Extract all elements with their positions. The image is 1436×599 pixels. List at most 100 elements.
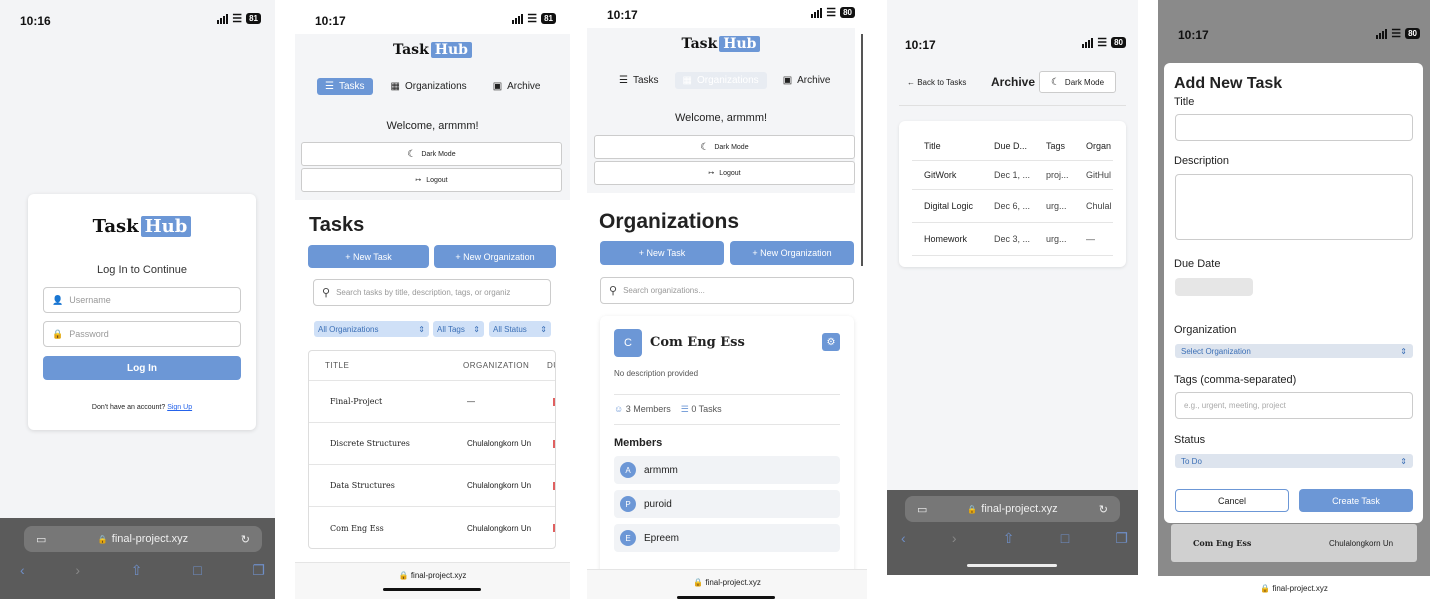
login-button[interactable]: Log In (43, 356, 241, 380)
lock-icon: 🔒 (52, 328, 64, 339)
password-input[interactable]: 🔒 Password (43, 321, 241, 347)
logout-button[interactable]: ↦ Logout (301, 168, 562, 192)
list-item[interactable]: E Epreem (614, 524, 840, 552)
org-settings-button[interactable]: ⚙ (822, 333, 840, 351)
building-icon: ▦ (390, 81, 400, 92)
back-icon[interactable]: ‹ (901, 530, 906, 547)
new-task-button[interactable]: + New Task (308, 245, 429, 268)
lock-icon: 🔒 (398, 571, 409, 580)
home-indicator (383, 588, 481, 591)
table-row[interactable]: Digital Logic Dec 6, ... urg... Chulal (912, 190, 1113, 223)
search-input[interactable]: ⚲ Search organizations... (600, 277, 854, 304)
table-row[interactable]: Homework Dec 3, ... urg... — (912, 223, 1113, 256)
due-date-label: Due Date (1174, 258, 1221, 270)
cancel-button[interactable]: Cancel (1175, 489, 1289, 512)
username-input[interactable]: 👤 Username (43, 287, 241, 313)
dark-mode-button[interactable]: ☾ Dark Mode (594, 135, 855, 159)
tab-tasks[interactable]: ☰ Tasks (611, 72, 667, 89)
tasks-table: TITLE ORGANIZATION DU Final-Project — Di… (308, 350, 556, 549)
scrollbar[interactable] (861, 34, 863, 266)
url-text: 🔒 final-project.xyz (693, 578, 761, 587)
description-textarea[interactable] (1175, 174, 1413, 240)
avatar: E (620, 530, 636, 546)
dark-mode-button[interactable]: ☾ Dark Mode (1039, 71, 1116, 93)
tabs-icon[interactable]: ❐ (252, 562, 265, 579)
header-divider (899, 105, 1126, 106)
due-indicator (553, 439, 555, 448)
users-icon: ☺ (614, 404, 624, 414)
list-item[interactable]: Aarmmm (614, 456, 840, 484)
signup-link[interactable]: Sign Up (167, 404, 192, 411)
forward-icon[interactable]: › (75, 562, 80, 579)
organization-select[interactable]: Select Organization ⇕ (1175, 344, 1413, 358)
search-input[interactable]: ⚲ Search tasks by title, description, tag… (313, 279, 551, 306)
new-organization-button[interactable]: + New Organization (434, 245, 556, 268)
page-title: Organizations (599, 210, 740, 233)
list-item[interactable]: Ppuroid (614, 490, 840, 518)
signal-icon (512, 13, 524, 24)
due-indicator (553, 397, 555, 406)
tabs-icon[interactable]: ❐ (1115, 530, 1128, 547)
reload-icon[interactable]: ↻ (241, 533, 250, 546)
login-heading: Log In to Continue (97, 264, 187, 276)
tab-archive[interactable]: ▣ Archive (775, 72, 839, 89)
archive-table: Title Due D... Tags Organ GitWork Dec 1,… (899, 121, 1126, 267)
status-icons: ☰ 80 (811, 6, 855, 19)
status-icons: ☰ 80 (1376, 27, 1420, 40)
back-to-tasks-link[interactable]: ← Back to Tasks (907, 78, 966, 87)
due-date-input[interactable] (1175, 278, 1253, 296)
address-bar[interactable]: ▭ 🔒 final-project.xyz ↻ (905, 496, 1120, 522)
bookmarks-icon[interactable]: □ (193, 562, 201, 579)
lock-icon: 🔒 (693, 578, 704, 587)
battery-icon: 80 (1111, 37, 1126, 48)
url-footer: 🔒 final-project.xyz (295, 562, 570, 599)
filter-tags[interactable]: All Tags ⇕ (433, 321, 484, 337)
status-time: 10:17 (1178, 28, 1209, 42)
logout-button[interactable]: ↦ Logout (594, 161, 855, 185)
battery-icon: 81 (246, 13, 261, 24)
search-icon: ⚲ (609, 285, 618, 297)
phone-archive: 10:17 ☰ 80 ← Back to Tasks Archive ☾ Dark… (887, 0, 1138, 575)
browser-toolbar: ▭ 🔒 final-project.xyz ↻ ‹ › ⇧ □ ❐ (0, 518, 275, 599)
due-indicator (553, 524, 555, 532)
new-task-button[interactable]: + New Task (600, 241, 724, 265)
filter-organizations[interactable]: All Organizations ⇕ (314, 321, 429, 337)
description-label: Description (1174, 155, 1230, 167)
title-input[interactable] (1175, 114, 1413, 141)
status-time: 10:17 (607, 8, 638, 22)
dark-mode-button[interactable]: ☾ Dark Mode (301, 142, 562, 166)
url-footer: 🔒 final-project.xyz (587, 569, 867, 599)
share-icon[interactable]: ⇧ (1003, 530, 1015, 547)
tab-archive[interactable]: ▣ Archive (485, 78, 549, 95)
chevron-updown-icon: ⇕ (473, 324, 480, 334)
table-row[interactable]: Final-Project — (309, 381, 555, 423)
tab-organizations[interactable]: ▦ Organizations (674, 72, 767, 89)
status-select[interactable]: To Do ⇕ (1175, 454, 1413, 468)
filter-status[interactable]: All Status ⇕ (489, 321, 551, 337)
status-bar: 10:17 ☰ 80 (1158, 0, 1430, 42)
reload-icon[interactable]: ↻ (1099, 503, 1108, 516)
forward-icon[interactable]: › (952, 530, 957, 547)
chevron-updown-icon: ⇕ (418, 324, 425, 334)
signal-icon (217, 13, 229, 24)
table-row[interactable]: Discrete Structures Chulalongkorn Un (309, 423, 555, 465)
share-icon[interactable]: ⇧ (131, 562, 143, 579)
avatar: A (620, 462, 636, 478)
page-title: Tasks (309, 214, 365, 236)
address-bar[interactable]: ▭ 🔒 final-project.xyz ↻ (24, 526, 262, 552)
tab-tasks[interactable]: ☰ Tasks (317, 78, 373, 95)
avatar: P (620, 496, 636, 512)
welcome-text: Welcome, armmm! (386, 120, 479, 132)
tab-organizations[interactable]: ▦ Organizations (383, 78, 475, 95)
back-icon[interactable]: ‹ (20, 562, 25, 579)
create-task-button[interactable]: Create Task (1299, 489, 1413, 512)
status-time: 10:17 (315, 14, 346, 28)
browser-nav-icons: ‹ › ⇧ □ ❐ (901, 530, 1128, 547)
bookmarks-icon[interactable]: □ (1061, 530, 1069, 547)
new-organization-button[interactable]: + New Organization (730, 241, 854, 265)
battery-icon: 80 (840, 7, 855, 18)
table-row[interactable]: Data Structures Chulalongkorn Un (309, 465, 555, 507)
table-row[interactable]: GitWork Dec 1, ... proj... GitHul (912, 161, 1113, 190)
table-row[interactable]: Com Eng Ess Chulalongkorn Un (309, 507, 555, 548)
tags-input[interactable]: e.g., urgent, meeting, project (1175, 392, 1413, 419)
